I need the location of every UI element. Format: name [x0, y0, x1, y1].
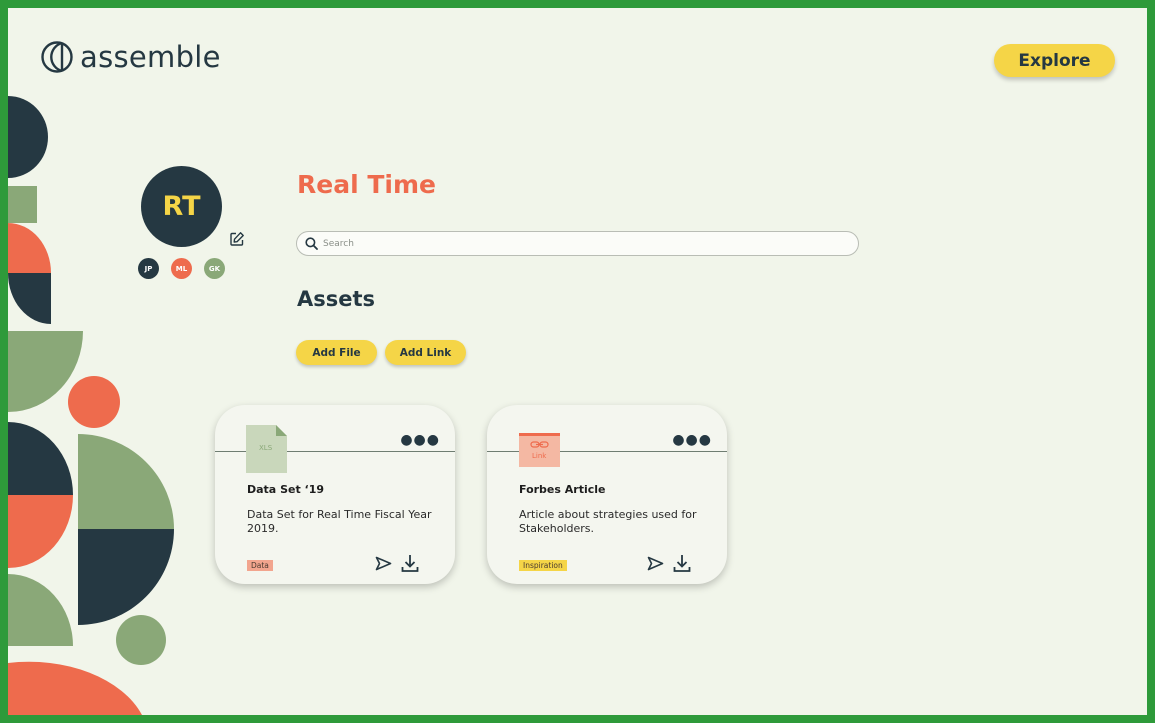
card-title: Forbes Article	[519, 483, 606, 496]
member-avatar-ml[interactable]: ML	[171, 258, 192, 279]
explore-button[interactable]: Explore	[994, 44, 1115, 77]
app-logo[interactable]: assemble	[40, 40, 221, 74]
more-options-icon[interactable]: ●●●	[400, 433, 440, 447]
avatar: RT	[141, 166, 222, 247]
member-initials: ML	[175, 264, 188, 273]
card-description: Article about strategies used for Stakeh…	[519, 508, 697, 535]
card-description: Data Set for Real Time Fiscal Year 2019.	[247, 508, 432, 535]
search-bar[interactable]	[296, 231, 859, 256]
more-options-icon[interactable]: ●●●	[672, 433, 712, 447]
search-icon	[305, 237, 318, 250]
send-icon[interactable]	[647, 556, 664, 571]
search-input[interactable]	[323, 238, 843, 249]
link-file-icon	[519, 433, 560, 467]
member-avatar-jp[interactable]: JP	[138, 258, 159, 279]
member-avatar-gk[interactable]: GK	[204, 258, 225, 279]
tag-badge[interactable]: Data	[247, 560, 273, 571]
card-title: Data Set ‘19	[247, 483, 325, 496]
logo-icon	[41, 41, 73, 73]
tag-badge[interactable]: Inspiration	[519, 560, 567, 571]
add-link-button[interactable]: Add Link	[385, 340, 466, 365]
asset-card[interactable]: XLS ●●● Data Set ‘19 Data Set for Real T…	[215, 405, 455, 584]
send-icon[interactable]	[375, 556, 392, 571]
download-icon[interactable]	[673, 554, 691, 573]
assets-heading: Assets	[297, 287, 376, 311]
add-file-button[interactable]: Add File	[296, 340, 377, 365]
app-frame: assemble Explore RT JP ML GK Real Time A…	[8, 8, 1147, 715]
member-initials: JP	[144, 264, 153, 273]
download-icon[interactable]	[401, 554, 419, 573]
asset-card[interactable]: Link ●●● Forbes Article Article about st…	[487, 405, 727, 584]
file-type-label: Link	[532, 452, 547, 460]
decorative-shapes	[8, 96, 174, 715]
file-type-label: XLS	[259, 444, 273, 452]
edit-icon[interactable]	[229, 231, 245, 247]
page-title: Real Time	[297, 170, 436, 199]
app-name: assemble	[80, 40, 221, 74]
member-initials: GK	[208, 264, 221, 273]
